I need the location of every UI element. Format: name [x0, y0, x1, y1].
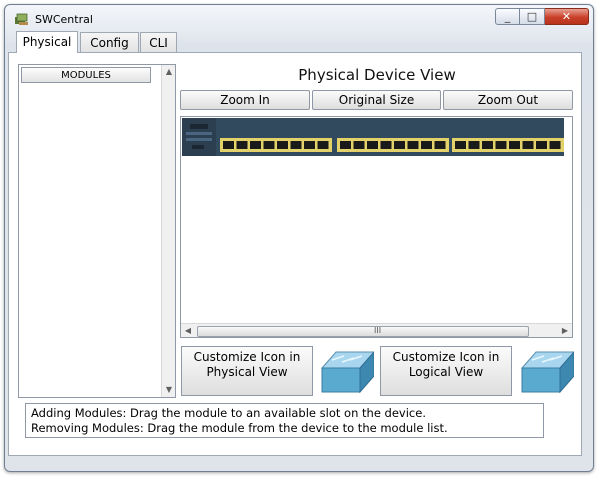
- switch-port: [367, 141, 378, 149]
- maximize-button[interactable]: □: [520, 8, 545, 25]
- switch-port: [236, 141, 248, 149]
- switch-port: [290, 141, 302, 149]
- switch-port: [394, 141, 405, 149]
- zoom-in-button[interactable]: Zoom In: [180, 90, 310, 110]
- switch-port: [353, 141, 365, 149]
- tab-config[interactable]: Config: [80, 32, 139, 52]
- switch-port: [340, 141, 351, 149]
- module-help-text: Adding Modules: Drag the module to an av…: [25, 403, 544, 438]
- device-view-canvas[interactable]: ◀ III ▶: [180, 116, 573, 338]
- title-bar[interactable]: SWCentral _ □ ✕: [5, 5, 593, 33]
- switch-port: [407, 141, 419, 149]
- switch-port: [277, 141, 288, 149]
- switch-port: [250, 141, 261, 149]
- info-line-removing: Removing Modules: Drag the module from t…: [31, 421, 448, 435]
- switch-port: [536, 141, 547, 149]
- switch-device-image[interactable]: [182, 118, 564, 156]
- scroll-left-icon[interactable]: ◀: [181, 324, 195, 338]
- switch-port: [522, 141, 534, 149]
- original-size-button[interactable]: Original Size: [312, 90, 441, 110]
- switch-port: [434, 141, 446, 149]
- window-title: SWCentral: [35, 13, 93, 26]
- scroll-down-icon[interactable]: ▼: [162, 383, 176, 397]
- switch-port: [421, 141, 432, 149]
- scroll-grip-icon: III: [374, 326, 382, 335]
- switch-port: [317, 141, 329, 149]
- scroll-up-icon[interactable]: ▲: [162, 65, 176, 79]
- zoom-out-button[interactable]: Zoom Out: [443, 90, 573, 110]
- switch-icon: [520, 351, 574, 394]
- switch-port: [495, 141, 507, 149]
- switch-port: [509, 141, 520, 149]
- switch-port: [482, 141, 493, 149]
- network-app-icon: [15, 13, 28, 25]
- close-icon: ✕: [561, 10, 572, 23]
- info-line-adding: Adding Modules: Drag the module to an av…: [31, 406, 426, 420]
- switch-port: [468, 141, 480, 149]
- modules-list[interactable]: MODULES ▲ ▼: [18, 64, 176, 398]
- maximize-icon: □: [526, 10, 538, 23]
- switch-port: [223, 141, 234, 149]
- switch-port: [304, 141, 315, 149]
- device-view-hscrollbar[interactable]: ◀ III ▶: [181, 323, 572, 337]
- tab-physical[interactable]: Physical: [16, 31, 78, 53]
- minimize-button[interactable]: _: [495, 8, 520, 25]
- close-button[interactable]: ✕: [545, 8, 589, 25]
- switch-port: [263, 141, 275, 149]
- switch-port: [455, 141, 466, 149]
- tab-cli[interactable]: CLI: [140, 32, 177, 52]
- customize-logical-button[interactable]: Customize Icon in Logical View: [380, 346, 512, 396]
- minimize-icon: _: [504, 10, 511, 23]
- switch-port: [549, 141, 561, 149]
- hscroll-thumb[interactable]: III: [197, 326, 529, 337]
- customize-physical-button[interactable]: Customize Icon in Physical View: [181, 346, 313, 396]
- switch-icon: [320, 351, 374, 394]
- switch-port: [380, 141, 392, 149]
- scroll-right-icon[interactable]: ▶: [558, 324, 572, 338]
- modules-scrollbar[interactable]: ▲ ▼: [161, 65, 175, 397]
- modules-header[interactable]: MODULES: [21, 67, 151, 83]
- physical-device-view-title: Physical Device View: [298, 66, 456, 84]
